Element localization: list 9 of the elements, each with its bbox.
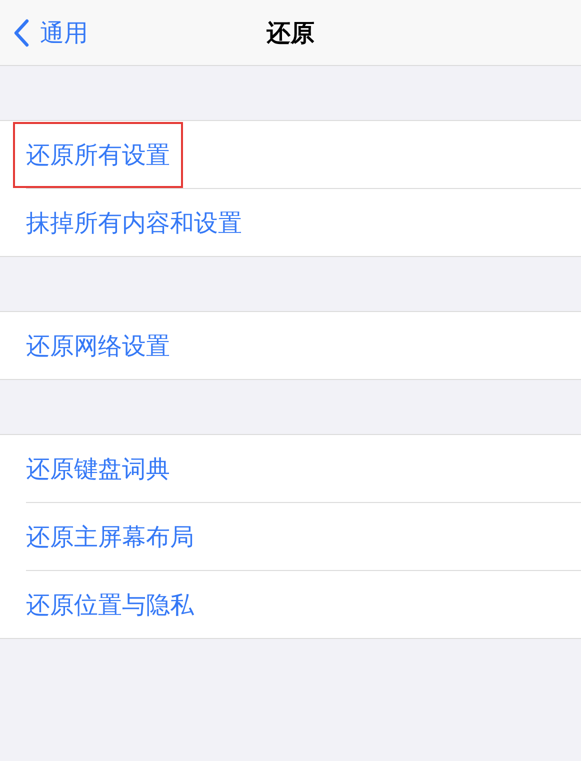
reset-option[interactable]: 抹掉所有内容和设置: [13, 190, 255, 256]
chevron-left-icon: [12, 18, 30, 48]
reset-option[interactable]: 还原主屏幕布局: [13, 504, 207, 570]
reset-option[interactable]: 还原所有设置: [13, 122, 183, 188]
reset-option[interactable]: 还原位置与隐私: [13, 572, 207, 638]
back-button[interactable]: 通用: [12, 0, 88, 65]
reset-option[interactable]: 还原网络设置: [13, 312, 183, 378]
page-title: 还原: [266, 18, 314, 48]
reset-option[interactable]: 还原键盘词典: [13, 436, 183, 502]
